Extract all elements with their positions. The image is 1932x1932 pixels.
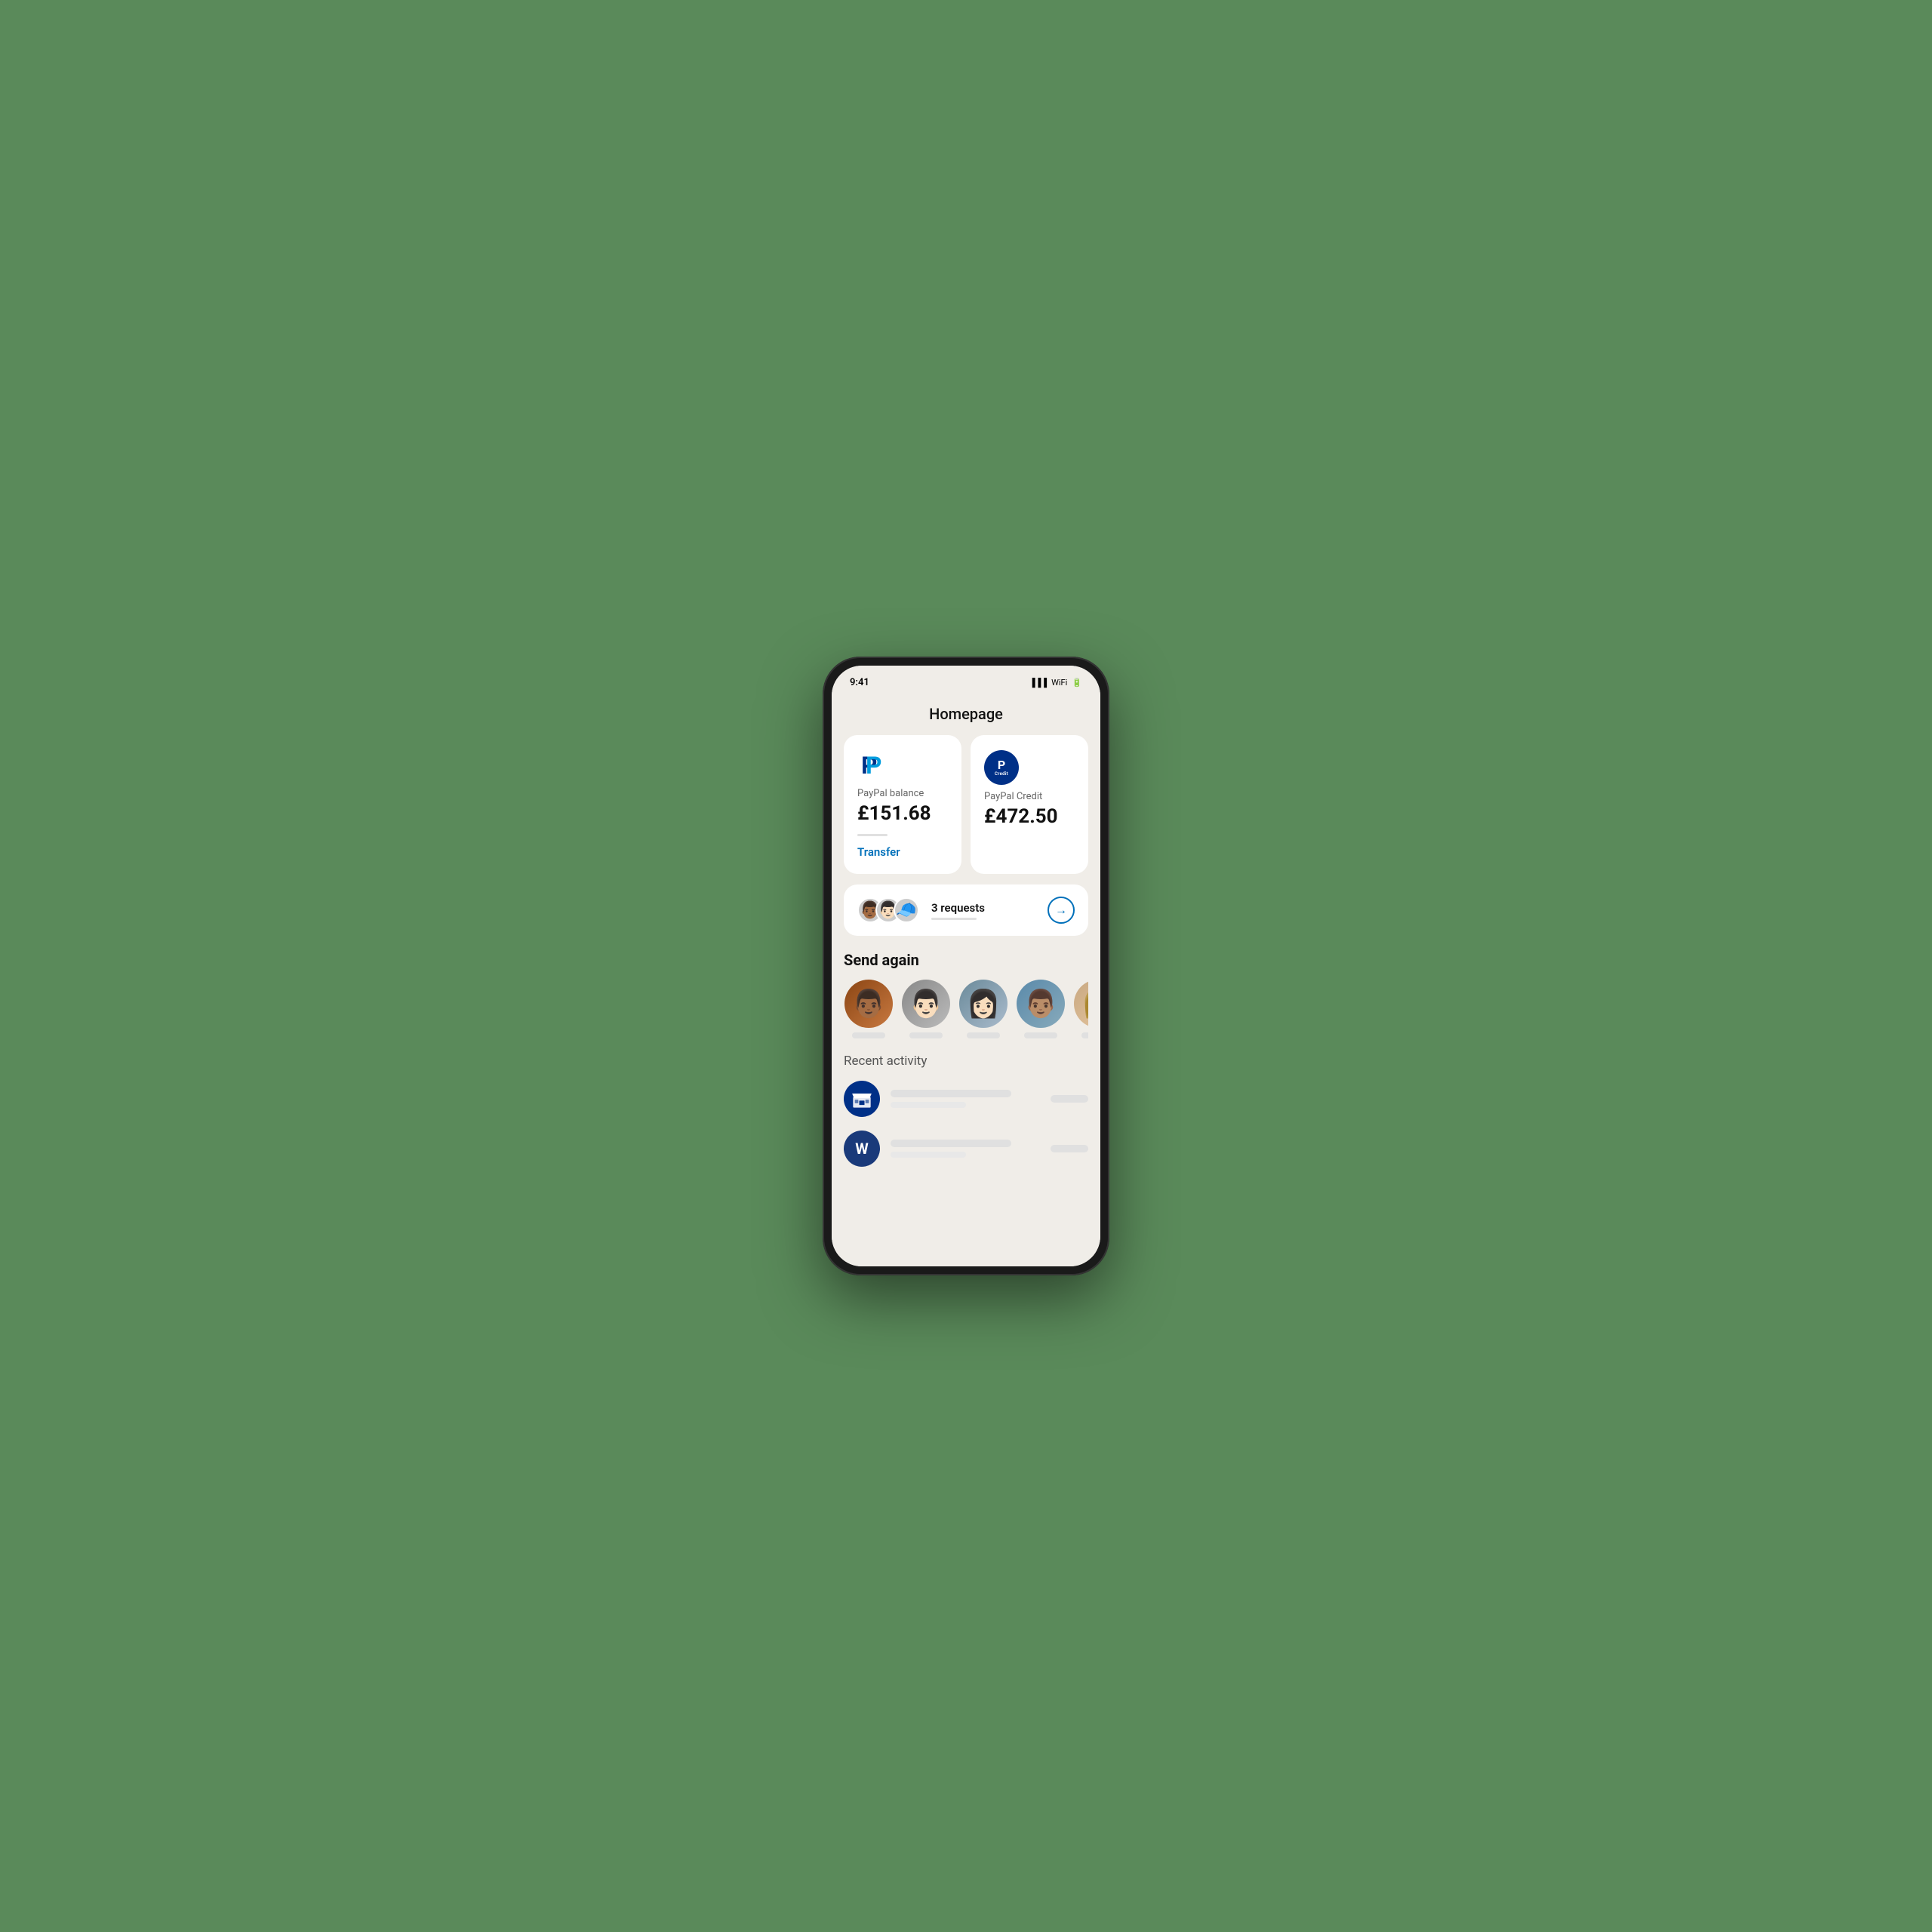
credit-badge-text: Credit — [995, 771, 1008, 777]
contact-name-bar-4 — [1024, 1032, 1057, 1038]
contact-name-bar-1 — [852, 1032, 885, 1038]
credit-amount: £472.50 — [984, 805, 1075, 828]
send-again-section: Send again 👨🏾 👨🏻 — [844, 951, 1088, 1038]
paypal-credit-card[interactable]: P Credit PayPal Credit £472.50 — [971, 735, 1088, 874]
activity-line1-2 — [891, 1140, 1011, 1147]
requests-label: 3 requests — [931, 901, 1038, 915]
transfer-button[interactable]: Transfer — [857, 845, 948, 859]
activity-text-2 — [891, 1140, 1040, 1158]
contact-name-bar-2 — [909, 1032, 943, 1038]
request-avatar-3: 🧢 — [894, 897, 919, 923]
contact-item-1[interactable]: 👨🏾 — [844, 980, 894, 1038]
activity-line1-1 — [891, 1090, 1011, 1097]
status-icons: ▐▐▐ WiFi 🔋 — [1029, 678, 1082, 688]
activity-item-2[interactable]: W — [844, 1131, 1088, 1167]
contact-name-bar-5 — [1081, 1032, 1088, 1038]
activity-store-icon — [844, 1081, 880, 1117]
balance-underline — [857, 834, 888, 836]
scroll-content[interactable]: P P PayPal balance £151.68 Transfer P Cr… — [832, 735, 1100, 1266]
contact-item-4[interactable]: 👨🏽 — [1016, 980, 1066, 1038]
activity-amount-2 — [1051, 1145, 1088, 1152]
activity-line2-1 — [891, 1102, 966, 1108]
contact-face-5: 👩🏼 — [1081, 988, 1088, 1020]
avatar-face-3: 🧢 — [896, 901, 916, 920]
contacts-row: 👨🏾 👨🏻 👩🏻 — [844, 980, 1088, 1038]
requests-arrow-button[interactable]: → — [1048, 897, 1075, 924]
page-title-bar: Homepage — [832, 699, 1100, 735]
contact-face-3: 👩🏻 — [967, 988, 1001, 1020]
recent-activity-label: Recent activity — [844, 1054, 1088, 1069]
contact-face-4: 👨🏽 — [1024, 988, 1058, 1020]
contact-avatar-3: 👩🏻 — [959, 980, 1008, 1028]
requests-bar[interactable]: 👨🏾 👨🏻 🧢 3 requests → — [844, 884, 1088, 936]
svg-text:P: P — [866, 752, 881, 779]
balance-label: PayPal balance — [857, 788, 948, 799]
contact-face-2: 👨🏻 — [909, 988, 943, 1020]
balance-cards: P P PayPal balance £151.68 Transfer P Cr… — [844, 735, 1088, 874]
activity-item-1[interactable] — [844, 1081, 1088, 1117]
contact-avatar-1: 👨🏾 — [844, 980, 893, 1028]
contact-name-bar-3 — [967, 1032, 1000, 1038]
requests-text-block: 3 requests — [931, 901, 1038, 920]
contact-avatar-4: 👨🏽 — [1017, 980, 1065, 1028]
activity-w-icon: W — [844, 1131, 880, 1167]
requests-underline — [931, 918, 977, 920]
phone-screen: 9:41 ▐▐▐ WiFi 🔋 Homepage P — [832, 666, 1100, 1266]
contact-avatar-2: 👨🏻 — [902, 980, 950, 1028]
phone-device: 9:41 ▐▐▐ WiFi 🔋 Homepage P — [823, 657, 1109, 1275]
contact-face-1: 👨🏾 — [852, 988, 886, 1020]
battery-icon: 🔋 — [1072, 678, 1082, 688]
activity-amount-1 — [1051, 1095, 1088, 1103]
credit-label: PayPal Credit — [984, 791, 1075, 802]
contact-avatar-5: 👩🏼 — [1074, 980, 1088, 1028]
activity-w-letter: W — [855, 1140, 869, 1158]
contact-item-5[interactable]: 👩🏼 — [1073, 980, 1088, 1038]
paypal-logo: P P — [857, 750, 888, 780]
status-time: 9:41 — [850, 677, 869, 688]
send-again-title: Send again — [844, 951, 1088, 969]
credit-p-letter: P — [998, 759, 1005, 771]
contact-item-3[interactable]: 👩🏻 — [958, 980, 1008, 1038]
status-bar: 9:41 ▐▐▐ WiFi 🔋 — [832, 666, 1100, 699]
paypal-balance-card[interactable]: P P PayPal balance £151.68 Transfer — [844, 735, 961, 874]
recent-activity-section: Recent activity — [844, 1054, 1088, 1167]
activity-text-1 — [891, 1090, 1040, 1108]
page-title: Homepage — [832, 705, 1100, 723]
contact-item-2[interactable]: 👨🏻 — [901, 980, 951, 1038]
wifi-icon: WiFi — [1051, 678, 1067, 688]
balance-amount: £151.68 — [857, 802, 948, 825]
request-avatar-stack: 👨🏾 👨🏻 🧢 — [857, 897, 919, 923]
credit-badge: P Credit — [984, 750, 1019, 785]
activity-line2-2 — [891, 1152, 966, 1158]
signal-icon: ▐▐▐ — [1029, 678, 1047, 688]
